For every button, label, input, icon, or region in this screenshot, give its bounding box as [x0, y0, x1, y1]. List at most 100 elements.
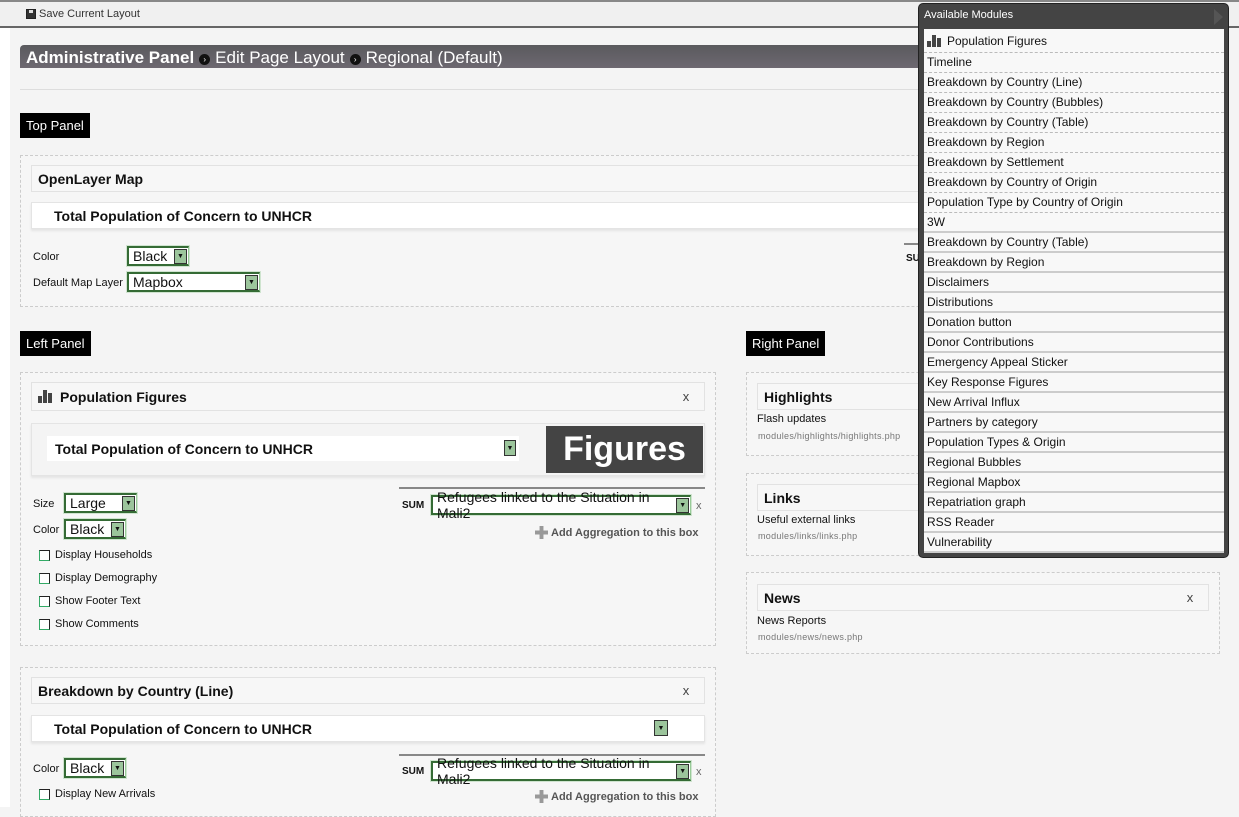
chevron-right-icon: ›	[349, 54, 361, 65]
color-label: Color	[33, 251, 60, 263]
color-select[interactable]: Black ▼	[64, 519, 126, 539]
module-title: OpenLayer Map	[38, 170, 144, 187]
dropdown-arrow-icon: ▼	[122, 495, 135, 511]
dataset-select[interactable]: Total Population of Concern to UNHCR ▼	[47, 436, 519, 461]
available-module-item[interactable]: RSS Reader	[924, 513, 1224, 533]
save-layout-button[interactable]: Save Current Layout	[26, 8, 140, 20]
available-module-item[interactable]: 3W	[924, 213, 1224, 233]
size-select[interactable]: Large ▼	[64, 493, 137, 513]
checkbox[interactable]	[39, 788, 50, 800]
breadcrumb-page[interactable]: Edit Page Layout	[215, 48, 344, 67]
color-value: Black	[133, 248, 168, 264]
available-module-item[interactable]: Repatriation graph	[924, 493, 1224, 513]
module-header[interactable]: Breakdown by Country (Line) x	[31, 677, 705, 704]
checkbox-show-footer-text[interactable]: Show Footer Text	[39, 595, 140, 607]
available-module-item[interactable]: Breakdown by Country (Table)	[924, 113, 1224, 133]
available-module-label: Population Types & Origin	[927, 435, 1066, 449]
add-aggregation-label: Add Aggregation to this box	[551, 526, 699, 539]
available-module-item[interactable]: Breakdown by Country (Line)	[924, 73, 1224, 93]
available-module-item[interactable]: Breakdown by Country (Bubbles)	[924, 93, 1224, 113]
color-label: Color	[33, 763, 60, 775]
available-module-label: Donation button	[927, 315, 1012, 329]
color-select[interactable]: Black ▼	[127, 246, 189, 266]
available-module-item[interactable]: Donation button	[924, 313, 1224, 333]
available-module-item[interactable]: Timeline	[924, 53, 1224, 73]
module-news[interactable]: News x News Reports modules/news/news.php	[746, 572, 1220, 654]
add-aggregation-button[interactable]: Add Aggregation to this box	[535, 526, 698, 539]
collapse-arrow-icon[interactable]	[1214, 9, 1223, 25]
available-module-label: Vulnerability	[927, 535, 992, 549]
remove-aggregation-button[interactable]: x	[696, 500, 702, 512]
available-module-label: Distributions	[927, 295, 994, 309]
breadcrumb-root[interactable]: Administrative Panel	[26, 48, 194, 67]
size-value: Large	[70, 495, 106, 511]
map-layer-select[interactable]: Mapbox ▼	[127, 272, 260, 292]
color-value: Black	[70, 760, 105, 776]
available-module-item[interactable]: Emergency Appeal Sticker	[924, 353, 1224, 373]
available-module-item[interactable]: Partners by category	[924, 413, 1224, 433]
close-module-button[interactable]: x	[674, 389, 698, 404]
dropdown-arrow-icon: ▼	[676, 763, 689, 779]
aggregation-value: Refugees linked to the Situation in Mali…	[437, 755, 650, 787]
available-module-item[interactable]: Population Types & Origin	[924, 433, 1224, 453]
module-population-figures[interactable]: Population Figures x Total Population of …	[20, 372, 716, 646]
dropdown-arrow-icon: ▼	[111, 760, 124, 776]
available-modules-header: Available Modules	[919, 4, 1228, 28]
available-module-item[interactable]: Breakdown by Country (Table)	[924, 233, 1224, 253]
breadcrumb-layout: Regional (Default)	[365, 48, 503, 67]
dataset-select[interactable]: Total Population of Concern to UNHCR ▼	[31, 715, 705, 742]
checkbox[interactable]	[39, 595, 50, 607]
sum-label: SUM	[402, 766, 425, 777]
dataset-value: Total Population of Concern to UNHCR	[55, 441, 313, 457]
checkbox-display-new-arrivals[interactable]: Display New Arrivals	[39, 788, 155, 800]
close-module-button[interactable]: x	[1178, 590, 1202, 605]
save-layout-label: Save Current Layout	[39, 8, 140, 20]
available-module-item[interactable]: Breakdown by Country of Origin	[924, 173, 1224, 193]
remove-aggregation-button[interactable]: x	[696, 766, 702, 778]
available-module-item[interactable]: Population Type by Country of Origin	[924, 193, 1224, 213]
aggregation-select[interactable]: Refugees linked to the Situation in Mali…	[431, 755, 691, 787]
close-module-button[interactable]: x	[674, 683, 698, 698]
available-module-item[interactable]: Disclaimers	[924, 273, 1224, 293]
add-aggregation-button[interactable]: Add Aggregation to this box	[535, 790, 698, 803]
module-breakdown-by-country-line[interactable]: Breakdown by Country (Line) x Total Popul…	[20, 667, 716, 817]
module-header[interactable]: Population Figures x	[31, 382, 705, 411]
checkbox-show-comments[interactable]: Show Comments	[39, 618, 139, 630]
dropdown-arrow-icon: ▼	[111, 521, 124, 537]
available-module-item[interactable]: Key Response Figures	[924, 373, 1224, 393]
module-description: Flash updates	[757, 413, 827, 425]
map-layer-value: Mapbox	[133, 274, 183, 290]
checkbox-display-demography[interactable]: Display Demography	[39, 572, 157, 584]
available-module-item[interactable]: Population Figures	[924, 29, 1224, 53]
available-module-label: Timeline	[927, 55, 972, 69]
available-module-item[interactable]: New Arrival Influx	[924, 393, 1224, 413]
checkbox[interactable]	[39, 618, 50, 630]
checkbox-display-households[interactable]: Display Households	[39, 549, 152, 561]
checkbox[interactable]	[39, 549, 50, 561]
module-title: Breakdown by Country (Line)	[38, 682, 234, 699]
module-title: Highlights	[764, 388, 833, 405]
available-module-item[interactable]: Breakdown by Region	[924, 253, 1224, 273]
available-module-item[interactable]: Donor Contributions	[924, 333, 1224, 353]
module-path: modules/highlights/highlights.php	[758, 431, 901, 441]
available-module-item[interactable]: Breakdown by Region	[924, 133, 1224, 153]
checkbox[interactable]	[39, 572, 50, 584]
left-strip	[0, 28, 10, 807]
available-module-label: Key Response Figures	[927, 375, 1049, 389]
available-module-item[interactable]: Distributions	[924, 293, 1224, 313]
available-module-item[interactable]: Regional Mapbox	[924, 473, 1224, 493]
aggregation-select[interactable]: Refugees linked to the Situation in Mali…	[431, 489, 691, 521]
color-select[interactable]: Black ▼	[64, 758, 126, 778]
add-aggregation-label: Add Aggregation to this box	[551, 790, 699, 803]
available-module-item[interactable]: Vulnerability	[924, 533, 1224, 553]
figures-banner: Figures	[546, 426, 703, 473]
available-module-label: Repatriation graph	[927, 495, 1026, 509]
aggregation-value: Refugees linked to the Situation in Mali…	[437, 489, 650, 521]
module-header[interactable]: News x	[757, 584, 1209, 611]
available-module-item[interactable]: Regional Bubbles	[924, 453, 1224, 473]
bar-chart-icon	[927, 34, 941, 47]
available-module-label: Population Type by Country of Origin	[927, 195, 1123, 209]
available-module-label: Population Figures	[947, 33, 1048, 48]
available-module-label: Partners by category	[927, 415, 1038, 429]
available-module-item[interactable]: Breakdown by Settlement	[924, 153, 1224, 173]
